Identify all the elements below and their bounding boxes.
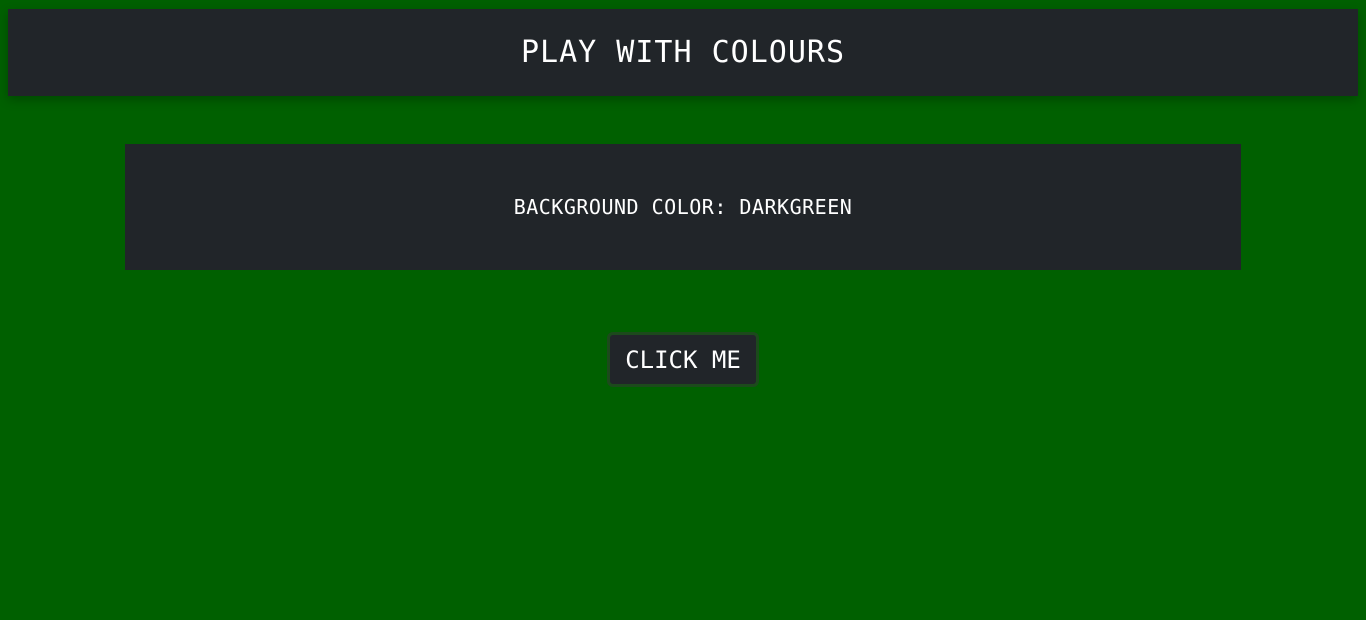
background-color-label: BACKGROUND COLOR: DARKGREEN xyxy=(513,195,853,219)
app-header: PLAY WITH COLOURS xyxy=(8,9,1358,96)
page-body: { "page": { "background_color": "#006000… xyxy=(0,0,1366,620)
click-me-button[interactable]: CLICK ME xyxy=(607,332,759,387)
page-title: PLAY WITH COLOURS xyxy=(520,35,846,70)
color-info-panel: BACKGROUND COLOR: DARKGREEN xyxy=(125,144,1241,270)
